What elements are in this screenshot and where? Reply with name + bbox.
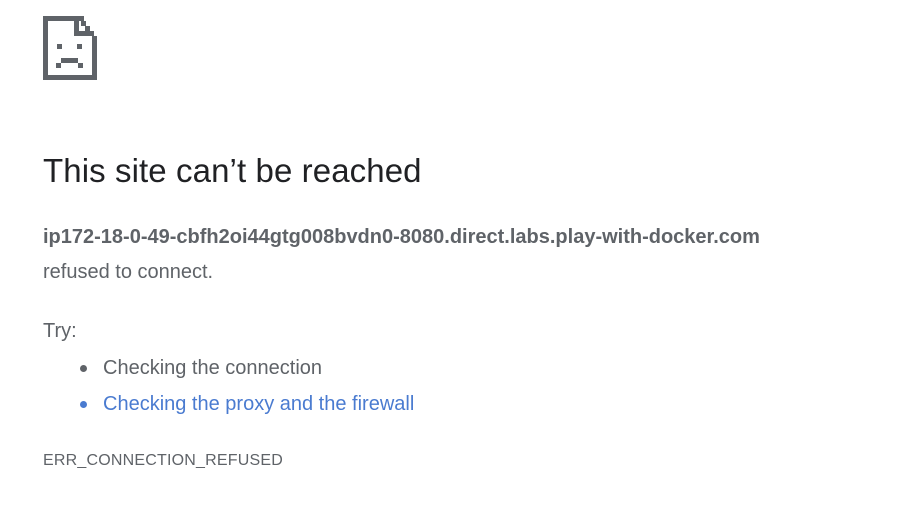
- suggestion-text: Checking the connection: [103, 357, 323, 379]
- sad-page-icon: [43, 16, 97, 80]
- bullet-icon: [80, 401, 87, 408]
- suggestions-list: Checking the connection Checking the pro…: [43, 352, 414, 424]
- error-title: This site can’t be reached: [43, 152, 422, 189]
- host-name: ip172-18-0-49-cbfh2oi44gtg008bvdn0-8080.…: [43, 226, 760, 248]
- bullet-icon: [80, 365, 87, 372]
- suggestion-item-connection: Checking the connection: [80, 352, 414, 388]
- suggestion-item-proxy[interactable]: Checking the proxy and the firewall: [80, 388, 414, 424]
- proxy-firewall-link[interactable]: Checking the proxy and the firewall: [103, 393, 414, 415]
- try-label: Try:: [43, 320, 77, 342]
- error-message: refused to connect.: [43, 261, 214, 283]
- error-code: ERR_CONNECTION_REFUSED: [43, 452, 283, 469]
